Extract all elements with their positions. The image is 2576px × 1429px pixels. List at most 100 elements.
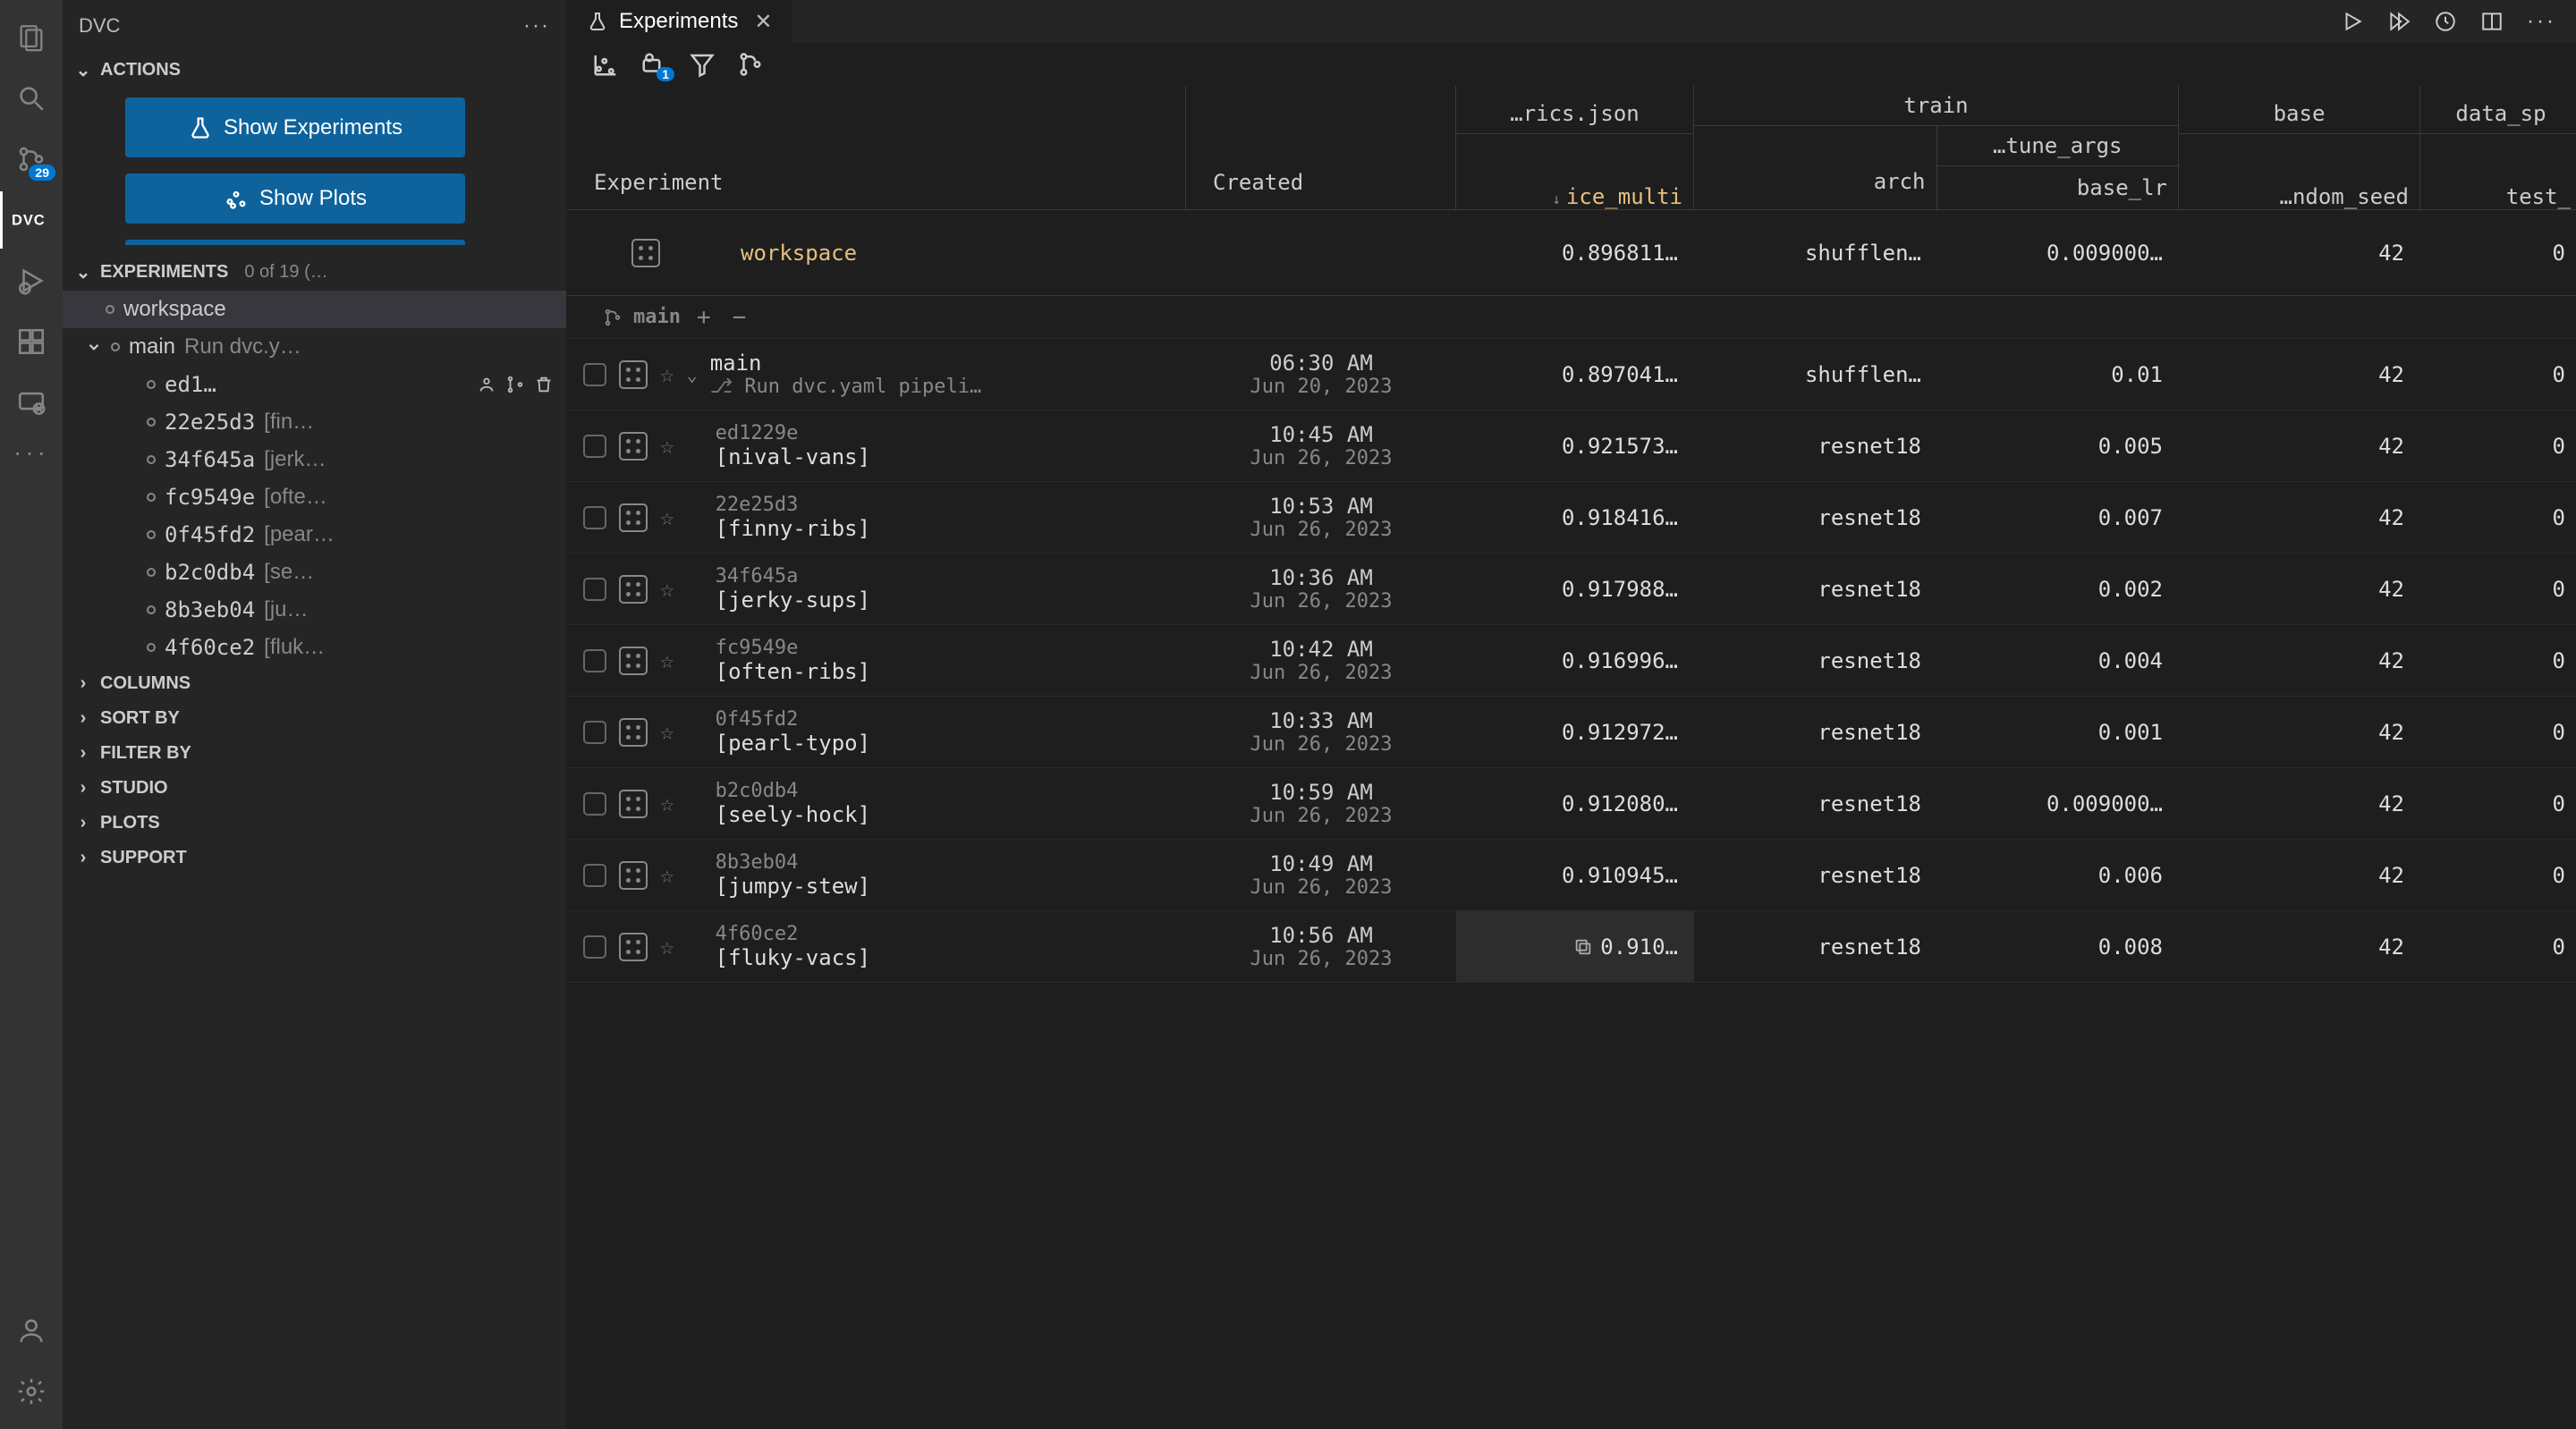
toolbar-branch-icon[interactable] [737, 51, 764, 78]
section-columns[interactable]: ›COLUMNS [63, 666, 566, 701]
trash-icon[interactable] [534, 375, 554, 394]
plot-toggle-icon[interactable] [619, 933, 648, 961]
plot-toggle-icon[interactable] [619, 503, 648, 532]
table-row[interactable]: ☆ 0f45fd2[pearl-typo] 10:33 AM Jun 26, 2… [567, 697, 2576, 768]
tree-item[interactable]: 8b3eb04[ju… [63, 591, 566, 629]
th-base-lr[interactable]: base_lr [1937, 166, 2179, 209]
row-checkbox[interactable] [583, 578, 606, 601]
toolbar-filter-badge-icon[interactable]: 1 [640, 51, 667, 78]
show-experiments-button[interactable]: Show Experiments [125, 97, 465, 157]
table-row[interactable]: ☆ 22e25d3[finny-ribs] 10:53 AM Jun 26, 2… [567, 482, 2576, 554]
section-support[interactable]: ›SUPPORT [63, 841, 566, 875]
th-data-sp[interactable]: data_sp [2420, 94, 2576, 134]
plot-toggle-icon[interactable] [619, 360, 648, 389]
tree-item[interactable]: 22e25d3[fin… [63, 403, 566, 441]
section-plots[interactable]: ›PLOTS [63, 806, 566, 841]
star-icon[interactable]: ☆ [660, 862, 674, 889]
search-icon[interactable] [0, 70, 63, 127]
section-sortby[interactable]: ›SORT BY [63, 701, 566, 736]
th-base[interactable]: base [2179, 94, 2419, 134]
star-icon[interactable]: ☆ [660, 719, 674, 746]
chevron-down-icon[interactable]: ⌄ [687, 364, 698, 385]
th-metric[interactable]: ↓ice_multi [1456, 184, 1693, 209]
source-control-icon[interactable]: 29 [0, 131, 63, 188]
plot-toggle-icon[interactable] [619, 432, 648, 461]
tree-workspace[interactable]: workspace [63, 291, 566, 328]
row-checkbox[interactable] [583, 363, 606, 386]
tree-item[interactable]: b2c0db4[se… [63, 554, 566, 591]
th-test[interactable]: test_ [2420, 184, 2576, 209]
dvc-icon[interactable]: DVC [0, 191, 63, 249]
plot-toggle-icon[interactable] [619, 647, 648, 675]
star-icon[interactable]: ☆ [660, 647, 674, 674]
table-row[interactable]: ☆ 8b3eb04[jumpy-stew] 10:49 AM Jun 26, 2… [567, 840, 2576, 911]
remote-icon[interactable] [0, 374, 63, 431]
row-checkbox[interactable] [583, 721, 606, 744]
th-experiment[interactable]: Experiment [583, 170, 1169, 200]
row-checkbox[interactable] [583, 864, 606, 887]
th-created[interactable]: Created [1202, 170, 1439, 200]
svg-text:V: V [23, 213, 33, 229]
th-arch[interactable]: arch [1694, 169, 1936, 203]
toolbar-plots-icon[interactable] [592, 51, 619, 78]
branch-add-icon[interactable]: + [691, 304, 716, 331]
account-icon[interactable] [0, 1302, 63, 1359]
row-checkbox[interactable] [583, 435, 606, 458]
star-icon[interactable]: ☆ [660, 361, 674, 388]
th-seed[interactable]: …ndom_seed [2179, 184, 2419, 209]
section-experiments[interactable]: ⌄EXPERIMENTS 0 of 19 (… [63, 254, 566, 291]
table-row[interactable]: ☆ b2c0db4[seely-hock] 10:59 AM Jun 26, 2… [567, 768, 2576, 840]
tab-experiments[interactable]: Experiments ✕ [567, 0, 793, 43]
section-studio[interactable]: ›STUDIO [63, 771, 566, 806]
plot-toggle-icon[interactable] [631, 239, 660, 267]
copy-icon[interactable] [1573, 937, 1593, 957]
section-actions[interactable]: ⌄ACTIONS [63, 52, 566, 89]
th-tune-args[interactable]: …tune_args [1937, 126, 2179, 166]
table-row[interactable]: ☆ ed1229e[nival-vans] 10:45 AM Jun 26, 2… [567, 410, 2576, 482]
close-tab-icon[interactable]: ✕ [754, 9, 772, 35]
row-checkbox[interactable] [583, 649, 606, 672]
star-icon[interactable]: ☆ [660, 433, 674, 460]
plot-toggle-icon[interactable] [619, 790, 648, 818]
branch-remove-icon[interactable]: − [727, 304, 752, 331]
section-filterby[interactable]: ›FILTER BY [63, 736, 566, 771]
th-train[interactable]: train [1694, 86, 2178, 126]
table-row[interactable]: ☆ 34f645a[jerky-sups] 10:36 AM Jun 26, 2… [567, 554, 2576, 625]
tree-main[interactable]: main Run dvc.y… [63, 328, 566, 366]
branch-icon[interactable] [505, 375, 525, 394]
table-row[interactable]: ☆ ⌄ main⎇ Run dvc.yaml pipeli… 06:30 AM … [567, 339, 2576, 410]
settings-gear-icon[interactable] [0, 1363, 63, 1420]
user-icon[interactable] [477, 375, 496, 394]
run-icon[interactable] [2341, 10, 2364, 33]
table-row[interactable]: ☆ 4f60ce2[fluky-vacs] 10:56 AM Jun 26, 2… [567, 911, 2576, 983]
tree-item[interactable]: ed1… [63, 366, 566, 403]
show-plots-button[interactable]: Show Plots [125, 173, 465, 224]
star-icon[interactable]: ☆ [660, 934, 674, 960]
tree-item[interactable]: 0f45fd2[pear… [63, 516, 566, 554]
table-row[interactable]: ☆ fc9549e[often-ribs] 10:42 AM Jun 26, 2… [567, 625, 2576, 697]
explorer-icon[interactable] [0, 9, 63, 66]
tab-more-icon[interactable]: ··· [2527, 9, 2556, 34]
row-checkbox[interactable] [583, 792, 606, 816]
split-icon[interactable] [2480, 10, 2504, 33]
row-checkbox[interactable] [583, 506, 606, 529]
sidebar-more-icon[interactable]: ··· [523, 13, 550, 38]
toolbar-filter-icon[interactable] [689, 51, 716, 78]
row-workspace[interactable]: workspace 0.896811… shufflen… 0.009000… … [567, 210, 2576, 296]
star-icon[interactable]: ☆ [660, 576, 674, 603]
plot-toggle-icon[interactable] [619, 861, 648, 890]
tree-item[interactable]: fc9549e[ofte… [63, 478, 566, 516]
star-icon[interactable]: ☆ [660, 791, 674, 817]
tree-item[interactable]: 4f60ce2[fluk… [63, 629, 566, 666]
history-icon[interactable] [2434, 10, 2457, 33]
row-checkbox[interactable] [583, 935, 606, 959]
more-icon[interactable]: ··· [0, 435, 63, 470]
plot-toggle-icon[interactable] [619, 718, 648, 747]
th-metrics-file[interactable]: …rics.json [1456, 94, 1693, 134]
star-icon[interactable]: ☆ [660, 504, 674, 531]
tree-item[interactable]: 34f645a[jerk… [63, 441, 566, 478]
run-all-icon[interactable] [2387, 10, 2411, 33]
plot-toggle-icon[interactable] [619, 575, 648, 604]
run-debug-icon[interactable] [0, 252, 63, 309]
extensions-icon[interactable] [0, 313, 63, 370]
